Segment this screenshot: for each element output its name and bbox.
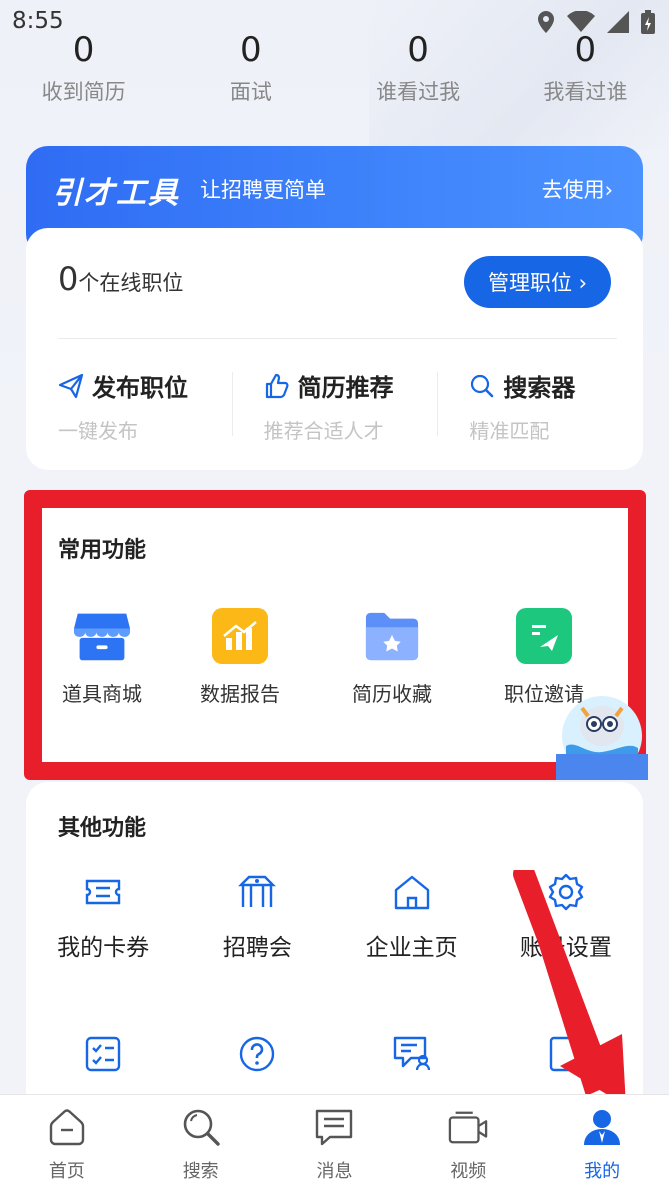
go-use-link[interactable]: 去使用› <box>542 174 613 204</box>
online-jobs-count: 0个在线职位 <box>58 260 183 298</box>
manage-jobs-button[interactable]: 管理职位 › <box>464 256 611 308</box>
mascot-float-button[interactable] <box>556 690 648 786</box>
chart-icon <box>212 608 268 664</box>
checklist-icon <box>81 1032 125 1076</box>
stat-label: 谁看过我 <box>376 80 461 104</box>
my-coupons-item[interactable]: 我的卡券 <box>26 870 180 962</box>
stat-i-viewed[interactable]: 0 我看过谁 <box>502 28 669 118</box>
stat-interviews[interactable]: 0 面试 <box>167 28 334 118</box>
online-jobs-suffix: 个在线职位 <box>78 271 184 295</box>
send-icon <box>58 373 84 398</box>
data-report-item[interactable]: 数据报告 <box>164 608 316 707</box>
quick-actions: 发布职位 一键发布 简历推荐 推荐合适人才 搜索器 精准匹配 <box>26 368 643 448</box>
recruit-tools-logo: 引才工具 <box>52 176 180 211</box>
home-tab-icon <box>47 1107 87 1147</box>
quick-title-text: 搜索器 <box>503 374 576 402</box>
resume-recommend-action[interactable]: 简历推荐 推荐合适人才 <box>231 368 438 448</box>
coupon-icon <box>81 870 125 914</box>
recruit-tools-slogan: 让招聘更简单 <box>200 178 326 202</box>
stat-label: 我看过谁 <box>543 80 628 104</box>
checklist-item[interactable] <box>26 1032 180 1076</box>
searcher-action[interactable]: 搜索器 精准匹配 <box>437 368 643 448</box>
section-title: 常用功能 <box>58 538 147 563</box>
recruit-tools-body: 0个在线职位 管理职位 › 发布职位 一键发布 简历推荐 推荐合适人才 搜索器 … <box>26 228 643 470</box>
quick-subtitle: 精准匹配 <box>469 419 550 443</box>
divider <box>58 338 617 339</box>
tab-home[interactable]: 首页 <box>0 1095 134 1190</box>
bottom-tab-bar: 首页 搜索 消息 视频 我的 <box>0 1094 669 1190</box>
user-tab-icon <box>582 1107 622 1147</box>
tent-icon <box>235 870 279 914</box>
tab-video[interactable]: 视频 <box>401 1095 535 1190</box>
search-icon <box>471 374 494 397</box>
stat-value: 0 <box>407 30 429 70</box>
quick-title: 搜索器 <box>469 368 643 403</box>
stat-value: 0 <box>574 30 597 70</box>
video-tab-icon <box>448 1107 488 1147</box>
quick-title-text: 简历推荐 <box>297 374 394 402</box>
stat-value: 0 <box>72 30 95 70</box>
stat-resumes-received[interactable]: 0 收到简历 <box>0 28 167 118</box>
message-tab-icon <box>314 1107 354 1147</box>
quick-title: 发布职位 <box>58 368 232 403</box>
search-tab-icon <box>181 1107 221 1147</box>
other-label: 企业主页 <box>365 935 458 961</box>
star-folder-icon <box>364 608 420 664</box>
common-functions-grid: 道具商城 数据报告 简历收藏 职位邀请 <box>40 608 628 707</box>
tab-label: 搜索 <box>182 1161 219 1182</box>
stats-row: 0 收到简历 0 面试 0 谁看过我 0 我看过谁 <box>0 28 669 118</box>
help-item[interactable] <box>180 1032 334 1076</box>
post-job-action[interactable]: 发布职位 一键发布 <box>26 368 232 448</box>
tab-label: 首页 <box>48 1161 85 1182</box>
tab-search[interactable]: 搜索 <box>134 1095 268 1190</box>
home-icon <box>390 870 434 914</box>
company-homepage-item[interactable]: 企业主页 <box>335 870 489 962</box>
help-icon <box>235 1032 279 1076</box>
quick-subtitle: 一键发布 <box>58 419 138 443</box>
resume-user-icon <box>390 1032 434 1076</box>
stat-who-viewed-me[interactable]: 0 谁看过我 <box>335 28 502 118</box>
thumbs-up-icon <box>265 373 289 398</box>
tab-label: 消息 <box>316 1161 353 1182</box>
prop-store-item[interactable]: 道具商城 <box>40 608 164 707</box>
section-title: 其他功能 <box>58 816 147 841</box>
common-label: 道具商城 <box>62 682 142 706</box>
resume-system-item[interactable] <box>335 1032 489 1076</box>
recruit-tools-card: 引才工具 让招聘更简单 去使用› 0个在线职位 管理职位 › 发布职位 一键发布… <box>26 146 643 470</box>
common-functions-card: 常用功能 道具商城 数据报告 简历收藏 职位邀请 <box>40 508 628 762</box>
quick-title: 简历推荐 <box>264 368 438 403</box>
tab-mine[interactable]: 我的 <box>535 1095 669 1190</box>
job-fair-item[interactable]: 招聘会 <box>180 870 334 962</box>
invite-icon <box>516 608 572 664</box>
stat-label: 面试 <box>229 80 272 104</box>
tab-label: 视频 <box>450 1161 487 1182</box>
common-label: 简历收藏 <box>352 682 432 706</box>
quick-title-text: 发布职位 <box>92 374 188 402</box>
online-jobs-number: 0 <box>58 260 79 298</box>
quick-subtitle: 推荐合适人才 <box>263 419 384 443</box>
resume-favorites-item[interactable]: 简历收藏 <box>316 608 468 707</box>
stat-label: 收到简历 <box>41 80 126 104</box>
tab-messages[interactable]: 消息 <box>268 1095 402 1190</box>
common-label: 数据报告 <box>200 682 280 706</box>
other-label: 我的卡券 <box>57 935 150 961</box>
tab-label: 我的 <box>584 1161 621 1182</box>
store-icon <box>74 608 130 664</box>
stat-value: 0 <box>240 30 262 70</box>
other-label: 招聘会 <box>222 935 292 961</box>
